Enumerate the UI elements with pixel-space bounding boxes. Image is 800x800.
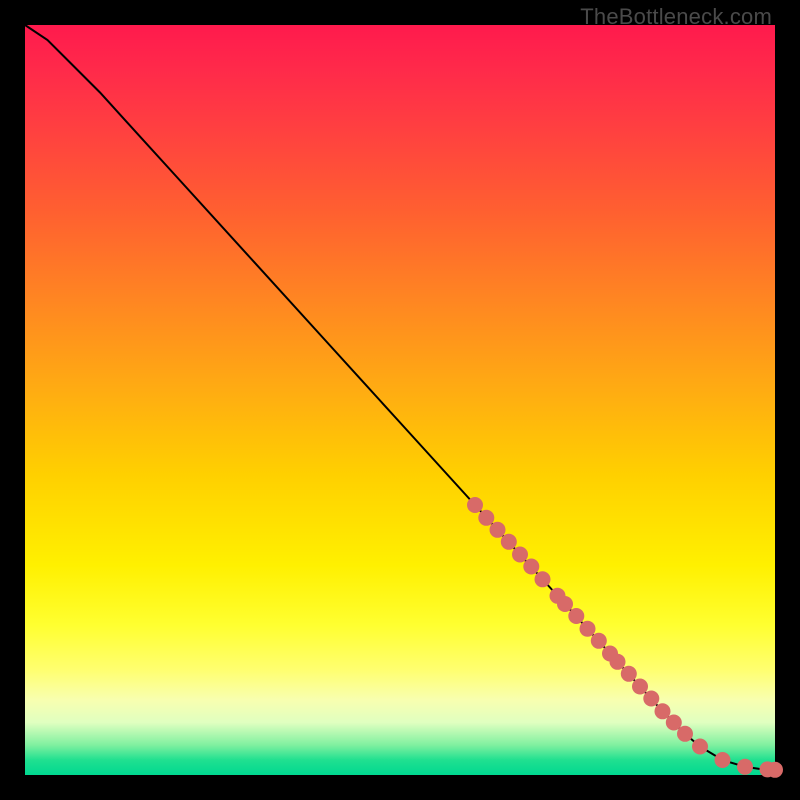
chart-overlay (25, 25, 775, 775)
chart-marker (580, 621, 596, 637)
chart-marker (643, 691, 659, 707)
chart-marker (523, 559, 539, 575)
chart-marker (467, 497, 483, 513)
chart-marker (621, 666, 637, 682)
chart-marker (490, 522, 506, 538)
chart-frame: TheBottleneck.com (0, 0, 800, 800)
chart-marker (715, 752, 731, 768)
chart-marker (512, 547, 528, 563)
chart-marker (610, 654, 626, 670)
chart-marker (737, 759, 753, 775)
chart-marker (767, 762, 783, 778)
chart-marker (478, 510, 494, 526)
chart-marker (557, 596, 573, 612)
chart-marker (692, 739, 708, 755)
chart-marker (568, 608, 584, 624)
chart-marker (632, 679, 648, 695)
chart-marker (677, 726, 693, 742)
chart-marker (535, 571, 551, 587)
chart-curve (25, 25, 775, 770)
chart-marker (501, 534, 517, 550)
chart-markers (467, 497, 783, 778)
chart-marker (591, 633, 607, 649)
